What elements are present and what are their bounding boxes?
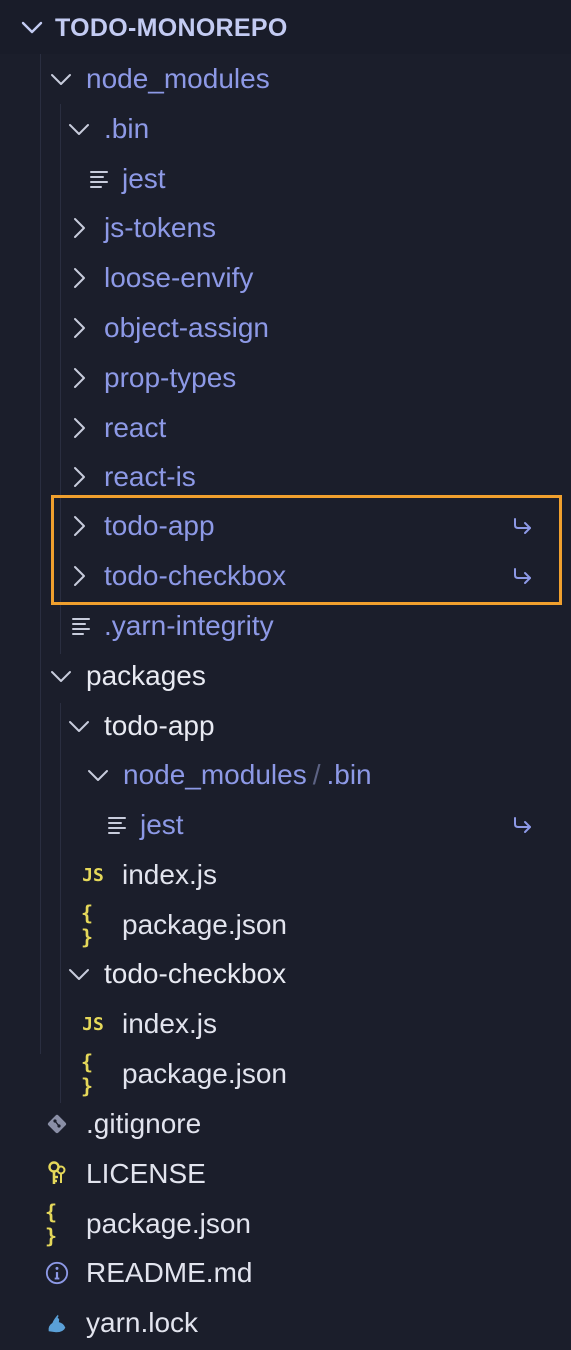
tree-item-yarn-integrity[interactable]: .yarn-integrity xyxy=(0,601,571,651)
tree-item-readme[interactable]: README.md xyxy=(0,1248,571,1298)
chevron-down-icon xyxy=(86,763,110,787)
braces-icon: { } xyxy=(81,1050,94,1098)
tree-item-label: package.json xyxy=(122,909,288,940)
tree-item-jest[interactable]: jest xyxy=(0,154,571,204)
license-icon xyxy=(45,1161,69,1186)
lines-icon xyxy=(105,813,129,837)
chevron-down-icon xyxy=(67,117,91,141)
tree-item-gitignore[interactable]: .gitignore xyxy=(0,1099,571,1149)
tree-item-label: .bin xyxy=(104,113,150,144)
tree-item-jest-symlink[interactable]: jest xyxy=(0,800,571,850)
tree-item-object-assign[interactable]: object-assign xyxy=(0,303,571,353)
tree-item-label: prop-types xyxy=(104,362,237,393)
braces-icon: { } xyxy=(45,1200,58,1248)
tree-item-label: todo-checkbox xyxy=(104,958,287,989)
tree-item-package-json[interactable]: { } package.json xyxy=(0,1199,571,1249)
chevron-down-icon xyxy=(49,664,73,688)
braces-icon: { } xyxy=(81,901,94,949)
tree-item-label: react xyxy=(104,412,167,443)
tree-item-label: todo-app xyxy=(104,710,215,741)
tree-item-label: package.json xyxy=(122,1058,288,1089)
chevron-down-icon xyxy=(49,67,73,91)
compact-folder-separator: / xyxy=(312,759,321,790)
tree-item-label: todo-app xyxy=(104,510,215,541)
tree-item-label: package.json xyxy=(86,1208,252,1239)
tree-item-label: node_modules xyxy=(86,63,270,94)
tree-item-label: packages xyxy=(86,660,206,691)
js-icon: JS xyxy=(82,1013,104,1035)
tree-item-label: jest xyxy=(122,163,166,194)
tree-item-label: LICENSE xyxy=(86,1158,206,1189)
tree-item-todo-app[interactable]: todo-app xyxy=(0,701,571,751)
symlink-arrow-icon xyxy=(514,817,531,833)
tree-item-label: object-assign xyxy=(104,312,269,343)
chevron-right-icon xyxy=(67,465,91,489)
root-folder-title: TODO-MONOREPO xyxy=(55,14,288,42)
symlink-arrow-icon xyxy=(514,518,531,534)
tree-item-react[interactable]: react xyxy=(0,403,571,453)
lines-icon xyxy=(87,167,111,191)
chevron-down-icon[interactable] xyxy=(20,15,44,39)
tree-item-license[interactable]: LICENSE xyxy=(0,1149,571,1199)
tree-item-todo-checkbox[interactable]: todo-checkbox xyxy=(0,949,571,999)
tree-item-js-tokens[interactable]: js-tokens xyxy=(0,203,571,253)
tree-item-todo-app-symlink[interactable]: todo-app xyxy=(0,501,571,551)
explorer-root-header[interactable]: TODO-MONOREPO xyxy=(0,0,571,54)
chevron-down-icon xyxy=(67,962,91,986)
tree-item-label: index.js xyxy=(122,859,217,890)
chevron-right-icon xyxy=(67,366,91,390)
chevron-right-icon xyxy=(67,416,91,440)
compact-folder-second[interactable]: .bin xyxy=(326,759,371,790)
tree-item-label: jest xyxy=(140,809,184,840)
tree-item-label: .gitignore xyxy=(86,1108,202,1139)
tree-item-node-modules[interactable]: node_modules xyxy=(0,54,571,104)
tree-item-yarn-lock[interactable]: yarn.lock xyxy=(0,1298,571,1348)
file-explorer: TODO-MONOREPO node_modules .bin jest js-… xyxy=(0,0,571,1350)
yarn-icon xyxy=(45,1311,69,1335)
tree-item-index-js[interactable]: JS index.js xyxy=(0,850,571,900)
git-icon xyxy=(45,1112,69,1136)
tree-item-react-is[interactable]: react-is xyxy=(0,452,571,502)
tree-item-label: react-is xyxy=(104,461,196,492)
js-icon: JS xyxy=(82,864,104,886)
symlink-arrow-icon xyxy=(514,568,531,584)
chevron-right-icon xyxy=(67,514,91,538)
chevron-down-icon xyxy=(67,714,91,738)
tree-item-label: node_modules / .bin xyxy=(123,758,372,792)
tree-item-label: README.md xyxy=(86,1257,253,1288)
chevron-right-icon xyxy=(67,564,91,588)
tree-item-loose-envify[interactable]: loose-envify xyxy=(0,253,571,303)
tree-item-label: .yarn-integrity xyxy=(104,610,274,641)
chevron-right-icon xyxy=(67,316,91,340)
tree-item-index-js[interactable]: JS index.js xyxy=(0,999,571,1049)
info-icon xyxy=(45,1261,69,1285)
tree-item-package-json[interactable]: { } package.json xyxy=(0,900,571,950)
lines-icon xyxy=(69,614,93,638)
tree-item-node-modules-bin[interactable]: node_modules / .bin xyxy=(0,750,571,800)
tree-item-bin[interactable]: .bin xyxy=(0,104,571,154)
tree-item-prop-types[interactable]: prop-types xyxy=(0,353,571,403)
tree-item-label: index.js xyxy=(122,1008,217,1039)
tree-item-label: yarn.lock xyxy=(86,1307,199,1338)
tree-item-label: js-tokens xyxy=(104,212,217,243)
chevron-right-icon xyxy=(67,216,91,240)
tree-item-label: loose-envify xyxy=(104,262,254,293)
tree-item-todo-checkbox-symlink[interactable]: todo-checkbox xyxy=(0,551,571,601)
tree-item-packages[interactable]: packages xyxy=(0,651,571,701)
tree-item-package-json[interactable]: { } package.json xyxy=(0,1049,571,1099)
tree-item-label: todo-checkbox xyxy=(104,560,287,591)
chevron-right-icon xyxy=(67,266,91,290)
compact-folder-first[interactable]: node_modules xyxy=(123,759,307,790)
